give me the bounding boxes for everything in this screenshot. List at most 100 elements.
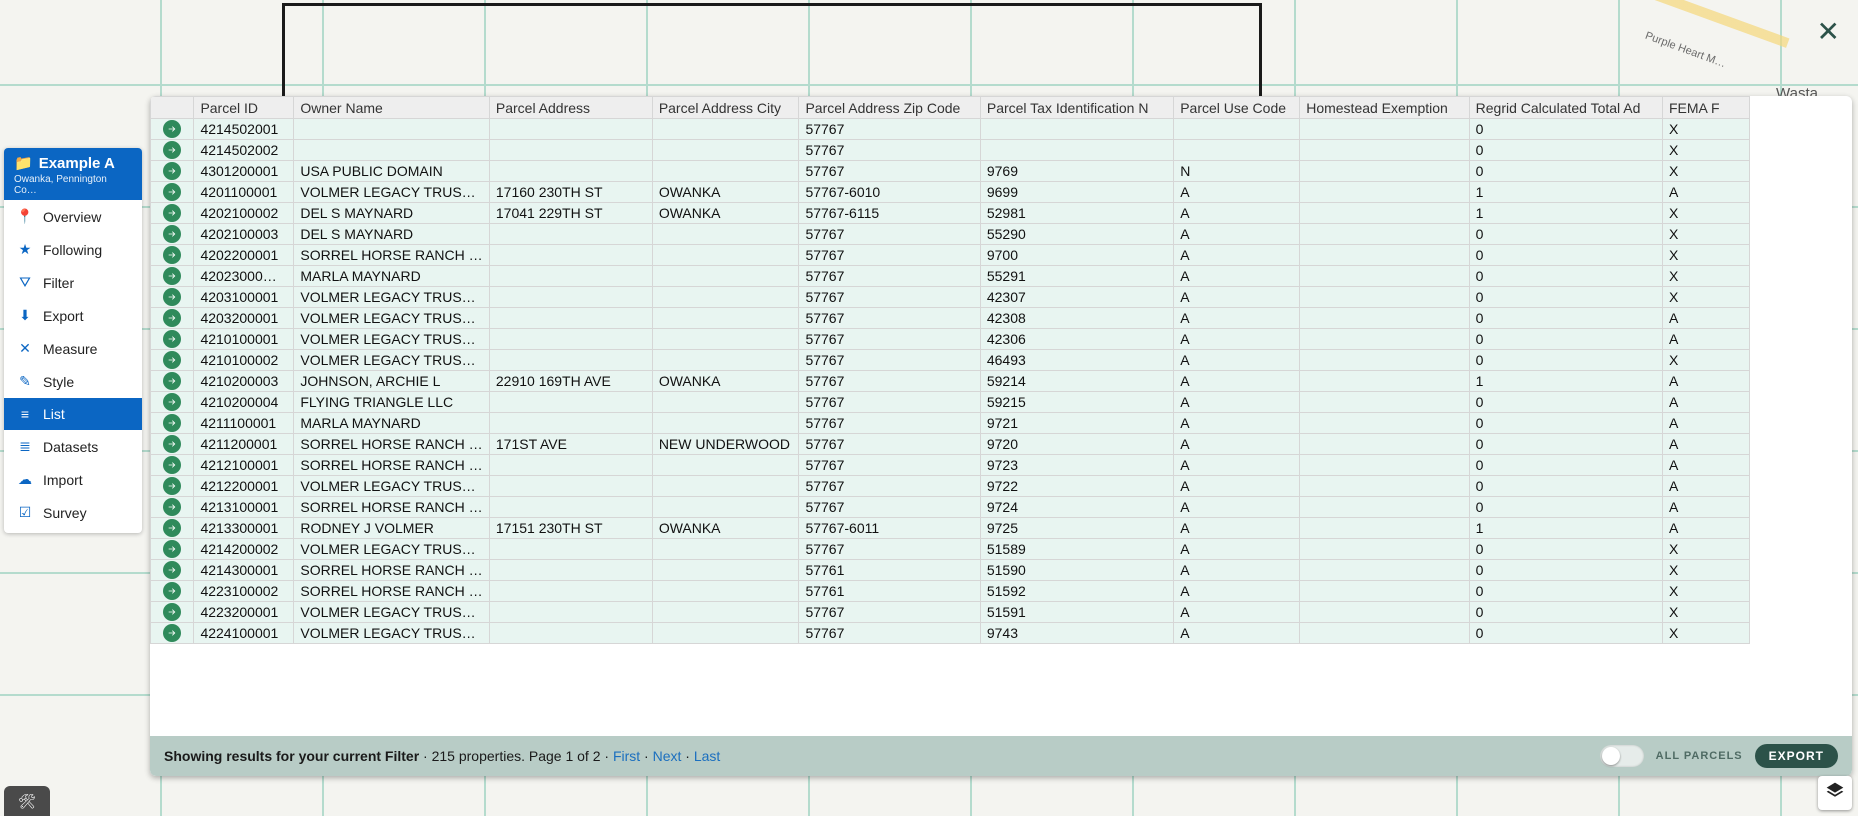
row-open-cell[interactable]	[151, 329, 194, 350]
column-header[interactable]: Owner Name	[294, 97, 490, 119]
table-row[interactable]: 4210200004FLYING TRIANGLE LLC5776759215A…	[151, 392, 1750, 413]
sidebar-item-style[interactable]: ✎Style	[4, 365, 142, 398]
row-open-cell[interactable]	[151, 455, 194, 476]
arrow-right-icon[interactable]	[163, 372, 181, 390]
footer-link-last[interactable]: Last	[694, 748, 720, 764]
row-open-cell[interactable]	[151, 224, 194, 245]
arrow-right-icon[interactable]	[163, 624, 181, 642]
table-row[interactable]: 4203200001VOLMER LEGACY TRUST…5776742308…	[151, 308, 1750, 329]
table-row[interactable]: 4223100002SORREL HORSE RANCH …5776151592…	[151, 581, 1750, 602]
tools-fab[interactable]: 🛠	[4, 786, 50, 816]
table-row[interactable]: 42023000…MARLA MAYNARD5776755291A0X	[151, 266, 1750, 287]
sidebar-header[interactable]: 📁 Example A Owanka, Pennington Co…	[4, 148, 142, 200]
table-scroll-area[interactable]: Parcel IDOwner NameParcel AddressParcel …	[150, 96, 1852, 736]
table-row[interactable]: 4223200001VOLMER LEGACY TRUST…5776751591…	[151, 602, 1750, 623]
arrow-right-icon[interactable]	[163, 582, 181, 600]
sidebar-item-measure[interactable]: ✕Measure	[4, 332, 142, 365]
row-open-cell[interactable]	[151, 287, 194, 308]
arrow-right-icon[interactable]	[163, 435, 181, 453]
column-header[interactable]	[151, 97, 194, 119]
arrow-right-icon[interactable]	[163, 267, 181, 285]
arrow-right-icon[interactable]	[163, 456, 181, 474]
arrow-right-icon[interactable]	[163, 309, 181, 327]
arrow-right-icon[interactable]	[163, 561, 181, 579]
table-row[interactable]: 4214502002577670X	[151, 140, 1750, 161]
arrow-right-icon[interactable]	[163, 183, 181, 201]
column-header[interactable]: FEMA F	[1663, 97, 1750, 119]
arrow-right-icon[interactable]	[163, 225, 181, 243]
table-row[interactable]: 4211100001MARLA MAYNARD577679721A0A	[151, 413, 1750, 434]
row-open-cell[interactable]	[151, 392, 194, 413]
row-open-cell[interactable]	[151, 119, 194, 140]
row-open-cell[interactable]	[151, 266, 194, 287]
sidebar-item-overview[interactable]: 📍Overview	[4, 200, 142, 233]
column-header[interactable]: Parcel Tax Identification N	[980, 97, 1173, 119]
table-row[interactable]: 4202200001SORREL HORSE RANCH …577679700A…	[151, 245, 1750, 266]
sidebar-item-survey[interactable]: ☑Survey	[4, 496, 142, 529]
arrow-right-icon[interactable]	[163, 393, 181, 411]
row-open-cell[interactable]	[151, 623, 194, 644]
arrow-right-icon[interactable]	[163, 162, 181, 180]
table-row[interactable]: 4301200001USA PUBLIC DOMAIN577679769N0X	[151, 161, 1750, 182]
table-row[interactable]: 4202100002DEL S MAYNARD17041 229TH STOWA…	[151, 203, 1750, 224]
footer-link-next[interactable]: Next	[653, 748, 682, 764]
close-icon[interactable]: ✕	[1817, 18, 1840, 46]
row-open-cell[interactable]	[151, 518, 194, 539]
row-open-cell[interactable]	[151, 203, 194, 224]
table-row[interactable]: 4210200003JOHNSON, ARCHIE L22910 169TH A…	[151, 371, 1750, 392]
footer-link-first[interactable]: First	[613, 748, 640, 764]
table-row[interactable]: 4224100001VOLMER LEGACY TRUST…577679743A…	[151, 623, 1750, 644]
sidebar-item-import[interactable]: ☁Import	[4, 463, 142, 496]
sidebar-item-list[interactable]: ≡List	[4, 398, 142, 430]
table-row[interactable]: 4213100001SORREL HORSE RANCH …577679724A…	[151, 497, 1750, 518]
row-open-cell[interactable]	[151, 413, 194, 434]
column-header[interactable]: Regrid Calculated Total Ad	[1469, 97, 1662, 119]
row-open-cell[interactable]	[151, 371, 194, 392]
column-header[interactable]: Parcel Address City	[652, 97, 799, 119]
table-row[interactable]: 4210100001VOLMER LEGACY TRUST…5776742306…	[151, 329, 1750, 350]
sidebar-item-filter[interactable]: ⛛Filter	[4, 266, 142, 299]
table-row[interactable]: 4212200001VOLMER LEGACY TRUST…577679722A…	[151, 476, 1750, 497]
export-button[interactable]: EXPORT	[1755, 744, 1838, 768]
arrow-right-icon[interactable]	[163, 330, 181, 348]
table-row[interactable]: 4214300001SORREL HORSE RANCH …5776151590…	[151, 560, 1750, 581]
table-row[interactable]: 4210100002VOLMER LEGACY TRUST…5776746493…	[151, 350, 1750, 371]
arrow-right-icon[interactable]	[163, 120, 181, 138]
table-row[interactable]: 4212100001SORREL HORSE RANCH …577679723A…	[151, 455, 1750, 476]
table-row[interactable]: 4211200001SORREL HORSE RANCH …171ST AVEN…	[151, 434, 1750, 455]
sidebar-item-export[interactable]: ⬇Export	[4, 299, 142, 332]
row-open-cell[interactable]	[151, 161, 194, 182]
row-open-cell[interactable]	[151, 350, 194, 371]
row-open-cell[interactable]	[151, 182, 194, 203]
column-header[interactable]: Parcel Address	[489, 97, 652, 119]
row-open-cell[interactable]	[151, 539, 194, 560]
row-open-cell[interactable]	[151, 140, 194, 161]
table-row[interactable]: 4203100001VOLMER LEGACY TRUST…5776742307…	[151, 287, 1750, 308]
table-row[interactable]: 4202100003DEL S MAYNARD5776755290A0X	[151, 224, 1750, 245]
row-open-cell[interactable]	[151, 560, 194, 581]
arrow-right-icon[interactable]	[163, 540, 181, 558]
table-row[interactable]: 4201100001VOLMER LEGACY TRUST…17160 230T…	[151, 182, 1750, 203]
arrow-right-icon[interactable]	[163, 498, 181, 516]
row-open-cell[interactable]	[151, 581, 194, 602]
column-header[interactable]: Parcel Address Zip Code	[799, 97, 980, 119]
arrow-right-icon[interactable]	[163, 204, 181, 222]
arrow-right-icon[interactable]	[163, 477, 181, 495]
column-header[interactable]: Parcel ID	[194, 97, 294, 119]
arrow-right-icon[interactable]	[163, 141, 181, 159]
layers-fab[interactable]	[1818, 776, 1852, 810]
row-open-cell[interactable]	[151, 476, 194, 497]
arrow-right-icon[interactable]	[163, 519, 181, 537]
row-open-cell[interactable]	[151, 434, 194, 455]
table-row[interactable]: 4214502001577670X	[151, 119, 1750, 140]
arrow-right-icon[interactable]	[163, 288, 181, 306]
arrow-right-icon[interactable]	[163, 351, 181, 369]
arrow-right-icon[interactable]	[163, 603, 181, 621]
row-open-cell[interactable]	[151, 602, 194, 623]
table-row[interactable]: 4213300001RODNEY J VOLMER17151 230TH STO…	[151, 518, 1750, 539]
all-parcels-toggle[interactable]	[1600, 745, 1644, 767]
sidebar-item-following[interactable]: ★Following	[4, 233, 142, 266]
row-open-cell[interactable]	[151, 308, 194, 329]
sidebar-item-datasets[interactable]: ≣Datasets	[4, 430, 142, 463]
table-row[interactable]: 4214200002VOLMER LEGACY TRUST…5776751589…	[151, 539, 1750, 560]
